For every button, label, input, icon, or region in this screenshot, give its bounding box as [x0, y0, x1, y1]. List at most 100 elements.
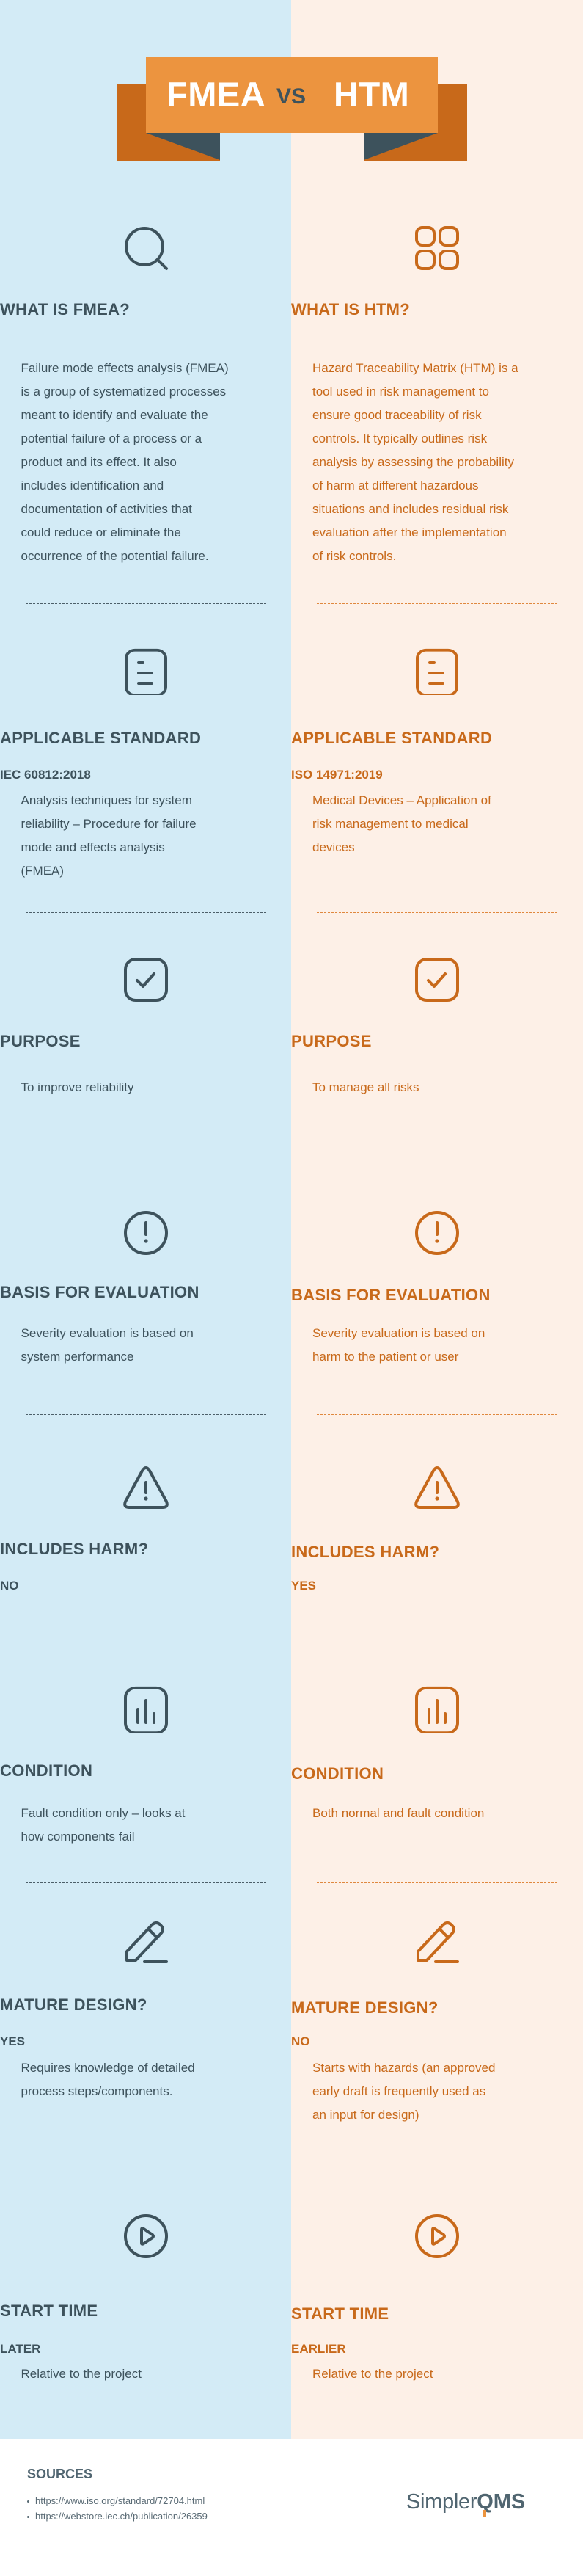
section-description: Analysis techniques for system reliabilit…	[21, 789, 271, 883]
section-description: Severity evaluation is based on harm to t…	[312, 1322, 562, 1369]
description-line: To manage all risks	[312, 1080, 419, 1094]
section-title: MATURE DESIGN?	[0, 1995, 147, 2014]
section-description: Severity evaluation is based on system pe…	[21, 1322, 271, 1369]
search-icon	[122, 225, 169, 272]
section-answer: YES	[291, 1579, 317, 1593]
section-divider	[26, 1882, 266, 1883]
section-divider	[26, 912, 266, 913]
section-answer: NO	[0, 1579, 19, 1593]
section-description: Both normal and fault condition	[312, 1802, 562, 1825]
section-title: START TIME	[291, 2304, 389, 2323]
source-link[interactable]: https://webstore.iec.ch/publication/2635…	[27, 2508, 208, 2524]
description-line: Requires knowledge of detailed	[21, 2061, 195, 2075]
footer: SOURCES https://www.iso.org/standard/727…	[0, 2439, 583, 2576]
section-description: To improve reliability	[21, 1076, 271, 1099]
description-line: Fault condition only – looks at	[21, 1806, 186, 1820]
description-line: process steps/components.	[21, 2084, 173, 2098]
pencil-icon	[414, 1918, 461, 1965]
bar-chart-icon	[414, 1686, 461, 1733]
description-line: system performance	[21, 1350, 134, 1364]
warning-triangle-icon	[122, 1465, 169, 1512]
section-answer: LATER	[0, 2342, 41, 2356]
description-line: early draft is frequently used as	[312, 2084, 486, 2098]
section-description: Hazard Traceability Matrix (HTM) is a too…	[312, 357, 562, 568]
checkbox-icon	[122, 956, 169, 1003]
section-title: CONDITION	[0, 1761, 93, 1780]
description-line: could reduce or eliminate the	[21, 525, 181, 539]
section-title: APPLICABLE STANDARD	[0, 729, 202, 747]
document-icon	[414, 648, 461, 695]
document-icon	[122, 648, 169, 695]
grid-icon	[414, 225, 461, 272]
description-line: includes identification and	[21, 479, 164, 492]
description-line: risk management to medical	[312, 817, 469, 831]
section-divider	[26, 603, 266, 604]
description-line: Relative to the project	[312, 2367, 433, 2381]
bullet-icon	[27, 2516, 29, 2519]
description-line: analysis by assessing the probability	[312, 455, 514, 469]
description-line: occurrence of the potential failure.	[21, 549, 209, 563]
section-description: Relative to the project	[21, 2362, 271, 2386]
section-title: PURPOSE	[0, 1032, 81, 1050]
section-description: Medical Devices – Application of risk man…	[312, 789, 562, 859]
section-title: MATURE DESIGN?	[291, 1998, 439, 2017]
section-description: Failure mode effects analysis (FMEA) is a…	[21, 357, 271, 568]
play-circle-icon	[122, 2213, 169, 2260]
htm-column: WHAT IS HTM? Hazard Traceability Matrix (…	[291, 0, 583, 2439]
source-link-text[interactable]: https://www.iso.org/standard/72704.html	[35, 2495, 205, 2506]
description-line: ensure good traceability of risk	[312, 408, 482, 422]
description-line: Relative to the project	[21, 2367, 142, 2381]
section-answer: EARLIER	[291, 2342, 346, 2356]
description-line: Starts with hazards (an approved	[312, 2061, 496, 2075]
section-divider	[317, 1882, 557, 1883]
section-description: Starts with hazards (an approved early dr…	[312, 2056, 562, 2127]
logo-q-accent	[483, 2510, 487, 2517]
description-line: (FMEA)	[21, 864, 65, 878]
bar-chart-icon	[122, 1686, 169, 1733]
description-line: Severity evaluation is based on	[21, 1326, 194, 1340]
section-title: BASIS FOR EVALUATION	[291, 1286, 491, 1304]
description-line: evaluation after the implementation	[312, 525, 507, 539]
description-line: product and its effect. It also	[21, 455, 177, 469]
section-title: INCLUDES HARM?	[0, 1540, 149, 1558]
description-line: reliability – Procedure for failure	[21, 817, 197, 831]
section-description: To manage all risks	[312, 1076, 562, 1099]
section-title: START TIME	[0, 2302, 98, 2320]
section-description: Requires knowledge of detailed process st…	[21, 2056, 271, 2103]
section-title: WHAT IS FMEA?	[0, 300, 131, 319]
description-line: an input for design)	[312, 2108, 419, 2122]
logo-text-light: Simpler	[406, 2490, 477, 2514]
section-answer: NO	[291, 2034, 310, 2048]
section-title: CONDITION	[291, 1764, 384, 1783]
description-line: Hazard Traceability Matrix (HTM) is a	[312, 361, 518, 375]
section-title: INCLUDES HARM?	[291, 1543, 440, 1561]
section-answer: IEC 60812:2018	[0, 768, 91, 782]
source-link[interactable]: https://www.iso.org/standard/72704.html	[27, 2493, 208, 2508]
section-divider	[317, 1414, 557, 1415]
bullet-icon	[27, 2500, 29, 2503]
section-title: BASIS FOR EVALUATION	[0, 1283, 199, 1301]
section-title: WHAT IS HTM?	[291, 300, 411, 319]
section-title: PURPOSE	[291, 1032, 372, 1050]
description-line: To improve reliability	[21, 1080, 134, 1094]
alert-circle-icon	[122, 1209, 169, 1256]
section-divider	[317, 603, 557, 604]
source-link-text[interactable]: https://webstore.iec.ch/publication/2635…	[35, 2511, 208, 2522]
fmea-column: WHAT IS FMEA? Failure mode effects analys…	[0, 0, 291, 2439]
description-line: potential failure of a process or a	[21, 432, 202, 445]
play-circle-icon	[414, 2213, 461, 2260]
description-line: how components fail	[21, 1830, 135, 1844]
section-divider	[317, 912, 557, 913]
description-line: Both normal and fault condition	[312, 1806, 485, 1820]
description-line: is a group of systematized processes	[21, 385, 227, 399]
description-line: of harm at different hazardous	[312, 479, 479, 492]
description-line: meant to identify and evaluate the	[21, 408, 208, 422]
warning-triangle-icon	[414, 1465, 461, 1512]
description-line: Analysis techniques for system	[21, 793, 192, 807]
description-line: tool used in risk management to	[312, 385, 489, 399]
description-line: Failure mode effects analysis (FMEA)	[21, 361, 229, 375]
description-line: of risk controls.	[312, 549, 397, 563]
checkbox-icon	[414, 956, 461, 1003]
description-line: Medical Devices – Application of	[312, 793, 491, 807]
description-line: situations and includes residual risk	[312, 502, 509, 516]
